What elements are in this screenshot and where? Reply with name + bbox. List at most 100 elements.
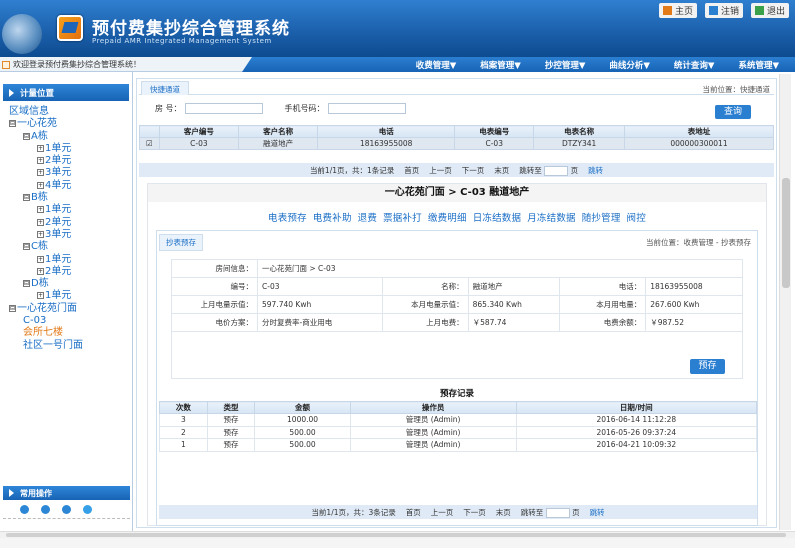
function-link[interactable]: 随抄管理 [582, 213, 621, 224]
settings-icon[interactable] [83, 505, 92, 514]
expand-toggle-icon[interactable]: ⊟ [23, 243, 30, 251]
pager-next[interactable]: 下一页 [463, 507, 486, 518]
tree-node[interactable]: ⊟ 一心花苑 [9, 118, 132, 130]
function-link[interactable]: 月冻结数据 [527, 213, 576, 224]
scroll-thumb[interactable] [6, 533, 786, 537]
function-links: 电表预存 电费补助 退费 票据补打 缴费明细 日冻结数据 月冻结数据 随抄管理 阀控 [148, 210, 766, 224]
expand-toggle-icon[interactable]: + [37, 267, 44, 275]
phone-input[interactable] [327, 103, 406, 114]
cur-reading-label: 本月电量示值： [381, 295, 469, 314]
tree-node[interactable]: ⊟ B栋 [9, 192, 132, 204]
pager-next[interactable]: 下一页 [462, 165, 485, 176]
tree-node[interactable]: ⊟ 一心花苑门面 [9, 303, 132, 315]
row-checkbox[interactable]: ☑ [139, 137, 160, 150]
tree-node-label: 一心花苑 [17, 118, 57, 130]
expand-toggle-icon[interactable]: + [37, 144, 44, 152]
expand-toggle-icon[interactable]: + [37, 218, 44, 226]
app-header: 预付费集抄综合管理系统 Prepaid AMR Integrated Manag… [0, 0, 795, 57]
horizontal-scrollbar[interactable] [0, 531, 795, 538]
prestore-button[interactable]: 预存 [690, 359, 725, 374]
home-link[interactable]: 主页 [658, 3, 697, 18]
table-row[interactable]: ☑ C-03 融道地产 18163955008 C-03 DTZY341 000000300… [139, 137, 775, 150]
expand-toggle-icon[interactable]: ⊟ [23, 132, 30, 140]
function-link[interactable]: 缴费明细 [428, 213, 467, 224]
menu-charge[interactable]: 收费管理▼ [404, 57, 469, 72]
scroll-thumb[interactable] [782, 178, 790, 288]
expand-toggle-icon[interactable]: + [37, 206, 44, 214]
column-header: 电话 [317, 125, 456, 138]
pager-prev[interactable]: 上一页 [431, 507, 454, 518]
pager-go[interactable]: 跳转 [590, 507, 605, 518]
tree-node[interactable]: 社区一号门面 [9, 340, 132, 352]
function-link[interactable]: 日冻结数据 [473, 213, 522, 224]
expand-toggle-icon[interactable]: + [37, 292, 44, 300]
function-link[interactable]: 阀控 [627, 213, 646, 224]
pager-last[interactable]: 末页 [496, 507, 511, 518]
expand-toggle-icon[interactable]: + [37, 230, 44, 238]
tree-node[interactable]: +2单元 [9, 217, 132, 229]
room-info-value: 一心花苑门面 > C-03 [257, 259, 743, 278]
tree-node[interactable]: +4单元 [9, 180, 132, 192]
welcome-text: 欢迎登录预付费集抄综合管理系统！ [2, 59, 141, 70]
menu-archive[interactable]: 档案管理▼ [468, 57, 533, 72]
pager-first[interactable]: 首页 [406, 507, 421, 518]
tree-node-label: 2单元 [45, 265, 72, 277]
tree-node[interactable]: ⊟ A栋 [9, 131, 132, 143]
pager-first[interactable]: 首页 [404, 165, 419, 176]
exit-link[interactable]: 退出 [750, 3, 789, 18]
table-cell: 000000300011 [623, 137, 775, 150]
customer-table: 客户编号 客户名称 电话 电表编号 电表名称 表地址 ☑ C-03 融道地产 181639550… [139, 125, 775, 150]
room-input[interactable] [184, 103, 263, 114]
upload-icon[interactable] [20, 505, 29, 514]
menu-system[interactable]: 系统管理▼ [726, 57, 791, 72]
expand-toggle-icon[interactable]: + [37, 181, 44, 189]
expand-toggle-icon[interactable]: + [37, 157, 44, 165]
tree-node[interactable]: +3单元 [9, 229, 132, 241]
page-input[interactable] [544, 165, 569, 176]
table-cell: 2016-06-14 11:12:28 [515, 413, 758, 427]
query-button[interactable]: 查询 [715, 105, 751, 119]
function-link[interactable]: 电费补助 [313, 213, 352, 224]
tree-node[interactable]: 区域信息 [9, 106, 132, 118]
page-input[interactable] [545, 507, 570, 518]
menu-read-control[interactable]: 抄控管理▼ [533, 57, 598, 72]
sidebar-header[interactable]: 计量位置 [3, 84, 129, 101]
expand-toggle-icon[interactable]: + [37, 169, 44, 177]
expand-toggle-icon[interactable]: ⊟ [23, 280, 30, 288]
last-reading-value: 597.740 Kwh [257, 295, 383, 314]
tree-node[interactable]: +1单元 [9, 254, 132, 266]
tree-node[interactable]: +1单元 [9, 290, 132, 302]
pager-last[interactable]: 末页 [494, 165, 509, 176]
tree-node[interactable]: +2单元 [9, 155, 132, 167]
tree-node[interactable]: +2单元 [9, 266, 132, 278]
vertical-scrollbar[interactable] [779, 74, 791, 530]
tab-prestore[interactable]: 抄表预存 [159, 234, 203, 251]
tree-node[interactable]: 会所七楼 [9, 327, 132, 339]
tree-node[interactable]: C-03 [9, 315, 132, 327]
status-bar [0, 538, 795, 548]
user-icon[interactable] [41, 505, 50, 514]
tree-node-label: 3单元 [45, 228, 72, 240]
tree-node[interactable]: ⊟ D栋 [9, 278, 132, 290]
tree-node[interactable]: +1单元 [9, 204, 132, 216]
pager-prev[interactable]: 上一页 [429, 165, 452, 176]
tab-quick[interactable]: 快捷通道 [141, 81, 189, 95]
expand-toggle-icon[interactable]: ⊟ [9, 304, 16, 312]
function-link[interactable]: 退费 [358, 213, 377, 224]
table-cell: 预存 [206, 438, 256, 452]
pager-go[interactable]: 跳转 [588, 165, 603, 176]
tree-node[interactable]: ⊟ C栋 [9, 241, 132, 253]
logout-link[interactable]: 注销 [704, 3, 743, 18]
tree-node[interactable]: +3单元 [9, 167, 132, 179]
menu-stats[interactable]: 统计查询▼ [662, 57, 727, 72]
function-link[interactable]: 票据补打 [383, 213, 422, 224]
tree-node[interactable]: +1单元 [9, 143, 132, 155]
common-ops-header[interactable]: 常用操作 [3, 486, 130, 500]
expand-toggle-icon[interactable]: ⊟ [23, 194, 30, 202]
menu-curve[interactable]: 曲线分析▼ [597, 57, 662, 72]
expand-toggle-icon[interactable]: ⊟ [9, 120, 16, 128]
function-link[interactable]: 电表预存 [268, 213, 307, 224]
expand-toggle-icon[interactable]: + [37, 255, 44, 263]
column-header: 客户名称 [238, 125, 319, 138]
refresh-icon[interactable] [62, 505, 71, 514]
